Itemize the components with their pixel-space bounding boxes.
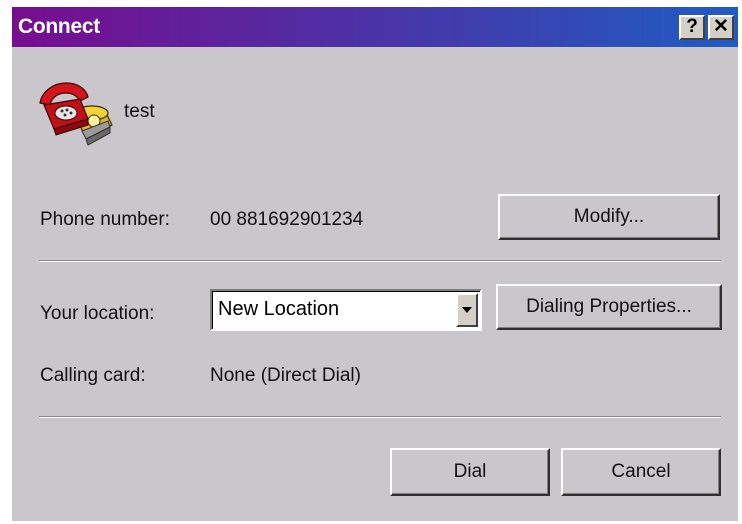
- location-select[interactable]: New Location: [210, 289, 482, 331]
- calling-card-value: None (Direct Dial): [210, 365, 361, 386]
- your-location-label: Your location:: [40, 303, 155, 324]
- connect-dialog: Connect ? ✕ test Phone number: 00 881692…: [12, 7, 738, 521]
- title-bar[interactable]: Connect ? ✕: [12, 7, 738, 47]
- location-select-value: New Location: [218, 298, 340, 320]
- separator: [39, 416, 721, 418]
- dropdown-arrow-icon[interactable]: [456, 293, 478, 327]
- dialing-properties-button[interactable]: Dialing Properties...: [496, 284, 722, 330]
- modify-button[interactable]: Modify...: [498, 194, 720, 240]
- calling-card-label: Calling card:: [40, 365, 146, 386]
- phone-number-value: 00 881692901234: [210, 209, 364, 230]
- window-title: Connect: [18, 15, 100, 38]
- telephone-icon: [39, 82, 113, 146]
- cancel-button[interactable]: Cancel: [561, 448, 721, 496]
- phone-number-label: Phone number:: [40, 209, 170, 230]
- separator: [39, 260, 721, 262]
- help-button[interactable]: ?: [679, 15, 705, 40]
- dial-button[interactable]: Dial: [390, 448, 550, 496]
- close-button[interactable]: ✕: [708, 15, 734, 40]
- entry-name: test: [124, 101, 155, 122]
